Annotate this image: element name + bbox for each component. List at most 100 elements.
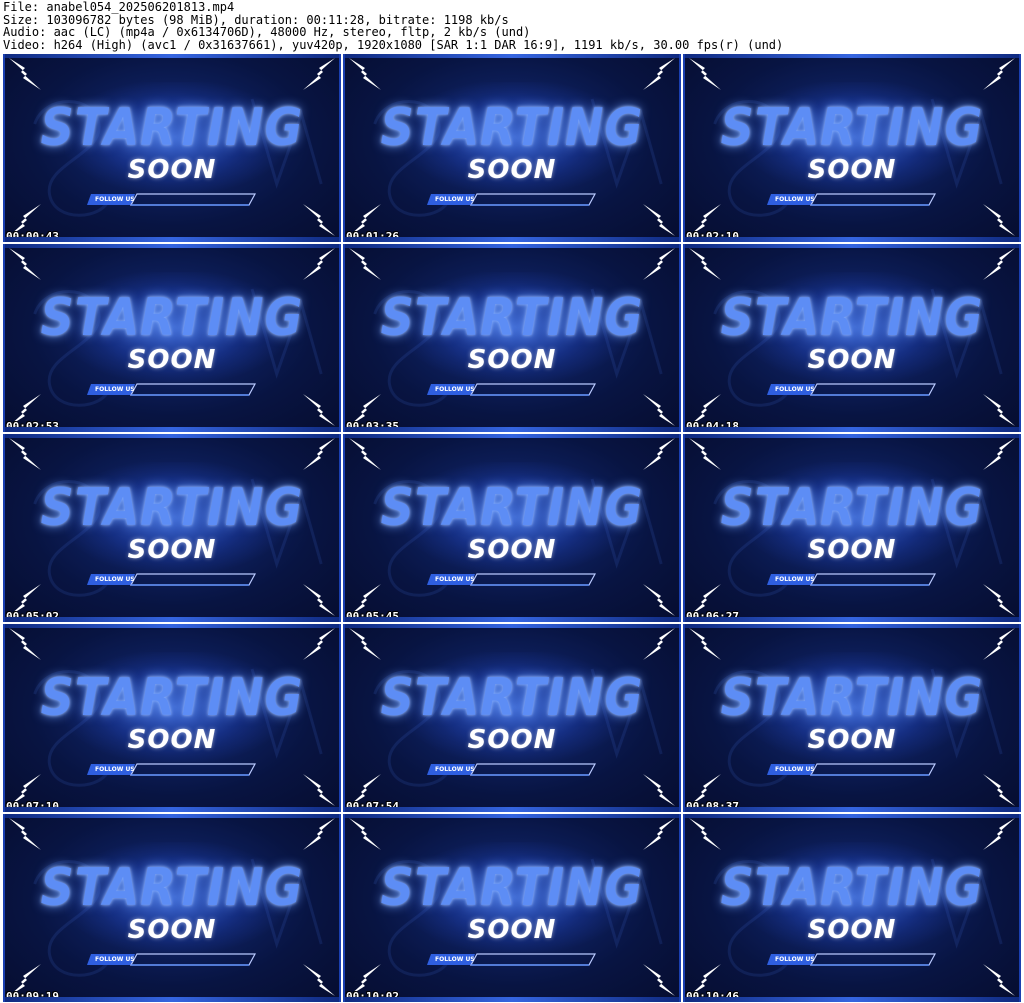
starting-title: STARTING — [720, 856, 984, 918]
lightning-bolt-icon — [983, 964, 1015, 996]
lightning-bolt-icon — [983, 818, 1015, 850]
starting-title: STARTING — [40, 476, 304, 538]
timestamp-label: 00:05:02 — [6, 610, 59, 622]
starting-title: STARTING — [380, 666, 644, 728]
follow-us-label: FOLLOW US — [435, 576, 475, 583]
starting-title: STARTING — [380, 286, 644, 348]
video-thumbnail-13[interactable]: STARTING SOON FOLLOW US 00:09:19 — [3, 814, 341, 1002]
timestamp-label: 00:07:54 — [346, 800, 399, 812]
follow-us-bar: FOLLOW US — [87, 383, 257, 396]
soon-subtitle: SOON — [127, 155, 217, 185]
follow-us-bar: FOLLOW US — [767, 573, 937, 586]
soon-subtitle: SOON — [807, 345, 897, 375]
soon-subtitle: SOON — [127, 725, 217, 755]
timestamp-label: 00:10:02 — [346, 990, 399, 1002]
lightning-bolt-icon — [643, 774, 675, 806]
starting-title: STARTING — [40, 856, 304, 918]
video-thumbnail-10[interactable]: STARTING SOON FOLLOW US 00:07:10 — [3, 624, 341, 812]
video-thumbnail-3[interactable]: STARTING SOON FOLLOW US 00:02:10 — [683, 54, 1021, 242]
lightning-bolt-icon — [303, 394, 335, 426]
timestamp-label: 00:02:53 — [6, 420, 59, 432]
lightning-bolt-icon — [983, 204, 1015, 236]
lightning-bolt-icon — [983, 438, 1015, 470]
follow-us-bar: FOLLOW US — [767, 763, 937, 776]
timestamp-label: 00:00:43 — [6, 230, 59, 242]
follow-us-label: FOLLOW US — [435, 766, 475, 773]
timestamp-label: 00:07:10 — [6, 800, 59, 812]
starting-title: STARTING — [720, 286, 984, 348]
video-thumbnail-8[interactable]: STARTING SOON FOLLOW US 00:05:45 — [343, 434, 681, 622]
starting-title: STARTING — [720, 96, 984, 158]
thumbnail-grid: STARTING SOON FOLLOW US 00:00:43 STARTIN… — [3, 54, 1021, 1003]
timestamp-label: 00:08:37 — [686, 800, 739, 812]
follow-us-label: FOLLOW US — [775, 386, 815, 393]
video-thumbnail-2[interactable]: STARTING SOON FOLLOW US 00:01:26 — [343, 54, 681, 242]
timestamp-label: 00:02:10 — [686, 230, 739, 242]
audio-info-line: Audio: aac (LC) (mp4a / 0x6134706D), 480… — [3, 25, 531, 40]
timestamp-label: 00:10:46 — [686, 990, 739, 1002]
follow-us-label: FOLLOW US — [775, 576, 815, 583]
soon-subtitle: SOON — [807, 155, 897, 185]
lightning-bolt-icon — [349, 438, 381, 470]
soon-subtitle: SOON — [467, 725, 557, 755]
follow-us-bar: FOLLOW US — [427, 953, 597, 966]
soon-subtitle: SOON — [467, 155, 557, 185]
video-thumbnail-12[interactable]: STARTING SOON FOLLOW US 00:08:37 — [683, 624, 1021, 812]
lightning-bolt-icon — [349, 58, 381, 90]
video-thumbnail-4[interactable]: STARTING SOON FOLLOW US 00:02:53 — [3, 244, 341, 432]
lightning-bolt-icon — [303, 964, 335, 996]
lightning-bolt-icon — [689, 818, 721, 850]
follow-us-label: FOLLOW US — [95, 196, 135, 203]
follow-us-label: FOLLOW US — [775, 766, 815, 773]
follow-us-bar: FOLLOW US — [87, 763, 257, 776]
lightning-bolt-icon — [689, 58, 721, 90]
video-thumbnail-1[interactable]: STARTING SOON FOLLOW US 00:00:43 — [3, 54, 341, 242]
lightning-bolt-icon — [983, 774, 1015, 806]
timestamp-label: 00:01:26 — [346, 230, 399, 242]
soon-subtitle: SOON — [127, 915, 217, 945]
starting-title: STARTING — [40, 286, 304, 348]
follow-us-label: FOLLOW US — [435, 386, 475, 393]
timestamp-label: 00:09:19 — [6, 990, 59, 1002]
follow-us-bar: FOLLOW US — [767, 953, 937, 966]
starting-title: STARTING — [40, 666, 304, 728]
follow-us-bar: FOLLOW US — [427, 573, 597, 586]
follow-us-bar: FOLLOW US — [427, 193, 597, 206]
starting-title: STARTING — [380, 96, 644, 158]
lightning-bolt-icon — [303, 438, 335, 470]
file-name-line: File: anabel054_202506201813.mp4 — [3, 0, 235, 14]
lightning-bolt-icon — [303, 204, 335, 236]
follow-us-label: FOLLOW US — [95, 766, 135, 773]
video-thumbnail-7[interactable]: STARTING SOON FOLLOW US 00:05:02 — [3, 434, 341, 622]
lightning-bolt-icon — [303, 248, 335, 280]
lightning-bolt-icon — [349, 248, 381, 280]
follow-us-label: FOLLOW US — [95, 576, 135, 583]
follow-us-bar: FOLLOW US — [767, 193, 937, 206]
soon-subtitle: SOON — [127, 535, 217, 565]
lightning-bolt-icon — [689, 248, 721, 280]
video-thumbnail-14[interactable]: STARTING SOON FOLLOW US 00:10:02 — [343, 814, 681, 1002]
video-thumbnail-5[interactable]: STARTING SOON FOLLOW US 00:03:35 — [343, 244, 681, 432]
lightning-bolt-icon — [349, 628, 381, 660]
lightning-bolt-icon — [643, 964, 675, 996]
follow-us-bar: FOLLOW US — [427, 763, 597, 776]
starting-title: STARTING — [720, 666, 984, 728]
lightning-bolt-icon — [983, 58, 1015, 90]
video-thumbnail-15[interactable]: STARTING SOON FOLLOW US 00:10:46 — [683, 814, 1021, 1002]
soon-subtitle: SOON — [467, 345, 557, 375]
starting-title: STARTING — [720, 476, 984, 538]
video-thumbnail-11[interactable]: STARTING SOON FOLLOW US 00:07:54 — [343, 624, 681, 812]
lightning-bolt-icon — [643, 394, 675, 426]
starting-title: STARTING — [40, 96, 304, 158]
video-thumbnail-6[interactable]: STARTING SOON FOLLOW US 00:04:18 — [683, 244, 1021, 432]
lightning-bolt-icon — [983, 394, 1015, 426]
follow-us-bar: FOLLOW US — [427, 383, 597, 396]
lightning-bolt-icon — [689, 438, 721, 470]
lightning-bolt-icon — [643, 818, 675, 850]
follow-us-label: FOLLOW US — [95, 386, 135, 393]
timestamp-label: 00:05:45 — [346, 610, 399, 622]
soon-subtitle: SOON — [467, 535, 557, 565]
video-thumbnail-9[interactable]: STARTING SOON FOLLOW US 00:06:27 — [683, 434, 1021, 622]
lightning-bolt-icon — [983, 248, 1015, 280]
lightning-bolt-icon — [643, 58, 675, 90]
